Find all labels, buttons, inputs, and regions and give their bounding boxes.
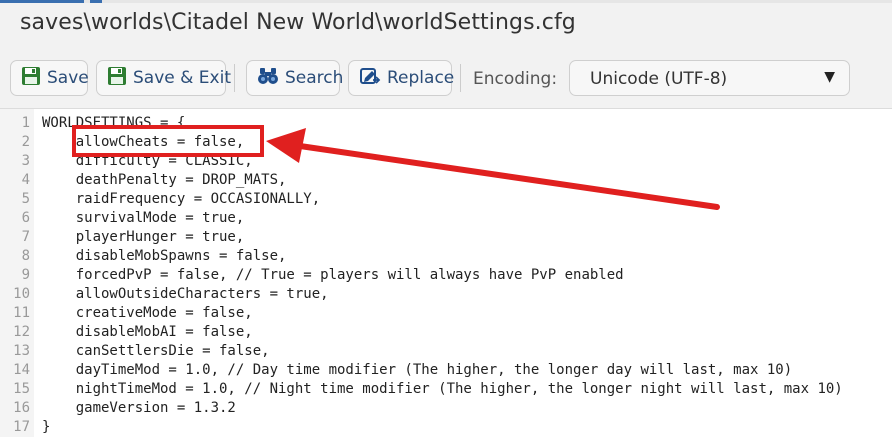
line-number: 4 — [21, 172, 30, 188]
line-number: 16 — [13, 400, 30, 416]
code-line: 9 forcedPvP = false, // True = players w… — [0, 266, 892, 285]
line-text: nightTimeMod = 1.0, // Night time modifi… — [42, 381, 843, 397]
line-text: deathPenalty = DROP_MATS, — [42, 172, 287, 188]
file-path-title: saves\worlds\Citadel New World\worldSett… — [20, 10, 576, 35]
tab-indicator-small — [90, 0, 102, 3]
save-label: Save — [47, 68, 89, 88]
line-text: playerHunger = true, — [42, 229, 245, 245]
line-text: canSettlersDie = false, — [42, 343, 270, 359]
tab-indicator — [0, 0, 84, 3]
code-line: 12 disableMobAI = false, — [0, 323, 892, 342]
code-line: 14 dayTimeMod = 1.0, // Day time modifie… — [0, 361, 892, 380]
line-text: dayTimeMod = 1.0, // Day time modifier (… — [42, 362, 793, 378]
chevron-down-icon: ▼ — [824, 69, 835, 85]
code-line: 5 raidFrequency = OCCASIONALLY, — [0, 190, 892, 209]
line-number: 9 — [21, 267, 30, 283]
code-lines: 1 WORLDSETTINGS = { 2 allowCheats = false… — [0, 114, 892, 437]
encoding-value: Unicode (UTF-8) — [590, 69, 728, 89]
code-line: 10 allowOutsideCharacters = true, — [0, 285, 892, 304]
top-strip — [0, 0, 892, 3]
code-line: 16 gameVersion = 1.3.2 — [0, 399, 892, 418]
code-line: 15 nightTimeMod = 1.0, // Night time mod… — [0, 380, 892, 399]
replace-icon — [359, 66, 381, 91]
line-number: 1 — [21, 115, 30, 131]
line-number: 10 — [13, 286, 30, 302]
replace-label: Replace — [387, 68, 455, 88]
line-number: 7 — [21, 229, 30, 245]
toolbar-separator — [460, 64, 461, 92]
line-number: 15 — [13, 381, 30, 397]
replace-button[interactable]: Replace — [348, 60, 455, 96]
line-number: 8 — [21, 248, 30, 264]
binoculars-icon — [257, 66, 279, 91]
floppy-disk-icon — [21, 66, 41, 91]
line-text: gameVersion = 1.3.2 — [42, 400, 236, 416]
line-text: raidFrequency = OCCASIONALLY, — [42, 191, 321, 207]
line-number: 3 — [21, 153, 30, 169]
line-number: 13 — [13, 343, 30, 359]
code-line: 4 deathPenalty = DROP_MATS, — [0, 171, 892, 190]
toolbar: Save Save & Exit Search Replace Encoding… — [0, 52, 892, 104]
line-number: 14 — [13, 362, 30, 378]
save-button[interactable]: Save — [10, 60, 89, 96]
encoding-select[interactable]: Unicode (UTF-8) ▼ — [569, 60, 850, 96]
line-text: } — [42, 419, 51, 435]
line-text: allowOutsideCharacters = true, — [42, 286, 329, 302]
line-text: disableMobAI = false, — [42, 324, 253, 340]
line-text: survivalMode = true, — [42, 210, 245, 226]
line-number: 5 — [21, 191, 30, 207]
line-text: disableMobSpawns = false, — [42, 248, 287, 264]
code-line: 17} — [0, 418, 892, 437]
line-number: 6 — [21, 210, 30, 226]
encoding-label: Encoding: — [473, 69, 558, 89]
line-number: 12 — [13, 324, 30, 340]
code-editor[interactable]: 1 WORLDSETTINGS = { 2 allowCheats = false… — [0, 108, 892, 437]
line-text: forcedPvP = false, // True = players wil… — [42, 267, 624, 283]
save-and-exit-label: Save & Exit — [133, 68, 231, 88]
code-line: 11 creativeMode = false, — [0, 304, 892, 323]
code-line: 13 canSettlersDie = false, — [0, 342, 892, 361]
save-and-exit-button[interactable]: Save & Exit — [96, 60, 231, 96]
toolbar-separator — [234, 64, 235, 92]
line-number: 11 — [13, 305, 30, 321]
annotation-highlight-box — [72, 125, 264, 157]
code-line: 7 playerHunger = true, — [0, 228, 892, 247]
line-number: 17 — [13, 419, 30, 435]
code-line: 6 survivalMode = true, — [0, 209, 892, 228]
search-button[interactable]: Search — [246, 60, 344, 96]
search-label: Search — [285, 68, 344, 88]
floppy-disk-icon — [107, 66, 127, 91]
line-number: 2 — [21, 134, 30, 150]
line-text: creativeMode = false, — [42, 305, 253, 321]
code-line: 8 disableMobSpawns = false, — [0, 247, 892, 266]
